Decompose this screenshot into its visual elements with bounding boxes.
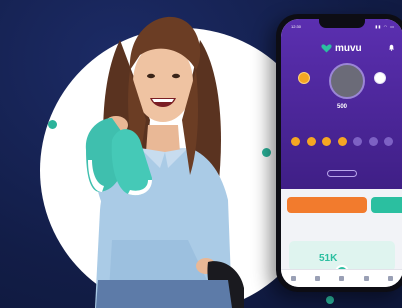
app-logo: muvu [321,43,362,54]
day-badge-icon [368,137,378,146]
challenge-value: 51K [319,253,338,264]
day-item [337,137,347,148]
right-stat[interactable] [363,69,397,86]
tab-icon [363,275,369,281]
phone-screen: 12:30 ▮▮ ◠ ▭ muvu 500 51K [281,19,402,287]
day-badge-icon [353,137,362,146]
green-promo-banner[interactable] [371,197,402,213]
tab-item[interactable] [315,275,321,282]
app-logo-text: muvu [335,43,362,54]
bottom-tab-bar [281,269,402,287]
day-item [291,137,300,148]
day-badge-icon [337,137,347,146]
tab-icon [315,275,321,281]
phone-mockup: 12:30 ▮▮ ◠ ▭ muvu 500 51K [276,14,402,292]
day-badge-icon [291,137,300,146]
see-more-button[interactable] [327,170,357,177]
progress-ring [329,63,365,99]
tab-icon [339,275,345,281]
heart-logo-icon [321,44,332,53]
orange-promo-banner[interactable] [287,197,367,213]
app-header-area: 12:30 ▮▮ ◠ ▭ muvu 500 [281,19,402,189]
tab-icon [388,275,394,281]
day-item [306,137,316,148]
notification-bell-icon[interactable] [388,44,395,51]
day-item [368,137,378,148]
tab-item[interactable] [339,275,345,282]
day-item [353,137,362,148]
status-icons: ▮▮ ◠ ▭ [375,24,395,29]
left-stat[interactable] [287,69,321,86]
day-item [322,137,331,148]
day-item [384,137,393,148]
phone-notch [319,19,365,28]
points-number: 500 [336,104,347,110]
day-badge-icon [306,137,316,146]
tab-icon [290,275,296,281]
tab-item[interactable] [363,275,369,282]
week-progress [291,137,393,148]
day-badge-icon [384,137,393,146]
medal-icon [374,72,386,84]
points-display: 500 [281,104,402,111]
trophy-icon [298,72,310,84]
status-time: 12:30 [291,24,302,29]
day-badge-icon [322,137,331,146]
tab-item[interactable] [290,275,296,282]
tab-item[interactable] [388,275,394,282]
